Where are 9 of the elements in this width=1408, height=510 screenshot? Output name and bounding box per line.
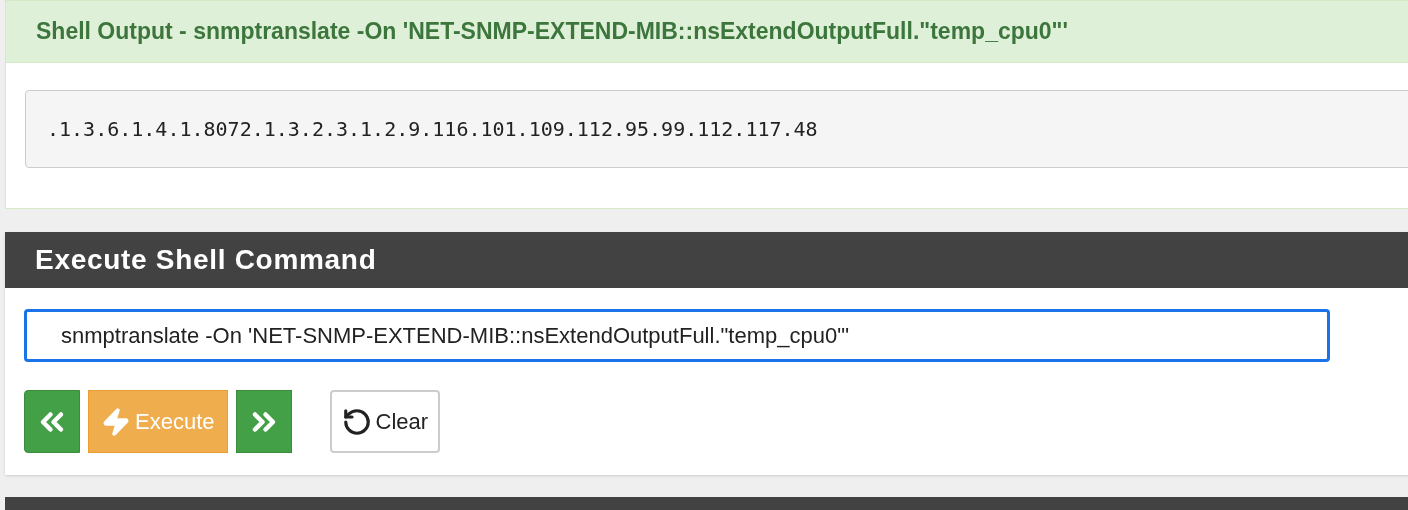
panel-title: Execute Shell Command <box>35 243 377 277</box>
next-button[interactable] <box>235 390 292 453</box>
clear-button[interactable]: Clear <box>329 390 441 453</box>
panel-title: Shell Output - snmptranslate -On 'NET-SNMP-EXTEND-MIB::nsExtendOutputFull."temp_cpu0"' <box>36 17 1068 47</box>
output-box: .1.3.6.1.4.1.8072.1.3.2.3.1.2.9.116.101.109.112.95.99.112.117.48 <box>25 90 1408 168</box>
undo-icon <box>341 406 372 437</box>
lightning-icon <box>101 406 131 437</box>
previous-button[interactable] <box>24 390 80 453</box>
command-field[interactable]: snmptranslate -On 'NET-SNMP-EXTEND-MIB::nsExtendOutputFull."temp_cpu0"' <box>24 309 1330 362</box>
